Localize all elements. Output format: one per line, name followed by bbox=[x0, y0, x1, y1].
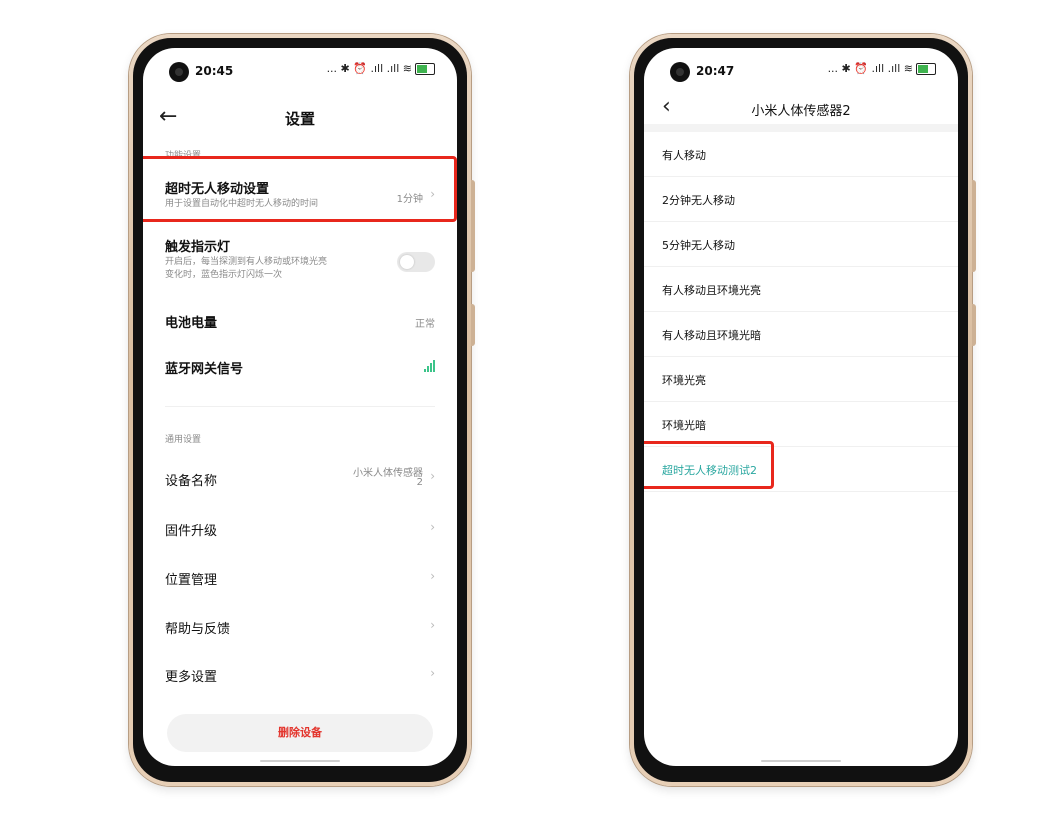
list-item-label: 2分钟无人移动 bbox=[662, 194, 735, 207]
chevron-right-icon: › bbox=[430, 618, 435, 632]
battery-icon bbox=[415, 62, 435, 75]
page-title: 小米人体传感器2 bbox=[751, 104, 851, 119]
delete-device-button[interactable]: 删除设备 bbox=[167, 714, 433, 752]
section-label-general: 通用设置 bbox=[165, 435, 202, 445]
phone-right: 20:47 ... ✱ ⏰ .ıll .ıll ≋ ‹ 小米人体传感器2 有人移… bbox=[630, 34, 976, 786]
volume-button bbox=[471, 180, 475, 272]
list-item-label: 5分钟无人移动 bbox=[662, 239, 735, 252]
section-divider bbox=[165, 406, 435, 407]
bluetooth-signal-item: 蓝牙网关信号 bbox=[143, 352, 457, 384]
list-item[interactable]: 2分钟无人移动 bbox=[644, 177, 958, 222]
more-settings-title: 更多设置 bbox=[165, 670, 218, 685]
list-item[interactable]: 有人移动 bbox=[644, 132, 958, 177]
list-item-label: 有人移动且环境光亮 bbox=[662, 284, 761, 297]
indicator-light-item: 触发指示灯 开启后，每当探测到有人移动或环境光亮 变化时，蓝色指示灯闪烁一次 bbox=[143, 232, 457, 286]
app-bar: ← 设置 bbox=[143, 100, 457, 136]
help-feedback-item[interactable]: 帮助与反馈 › bbox=[143, 610, 457, 646]
volume-button bbox=[972, 180, 976, 272]
battery-level-value: 正常 bbox=[415, 319, 435, 330]
status-icons: ... ✱ ⏰ .ıll .ıll ≋ bbox=[327, 62, 435, 75]
chevron-right-icon: › bbox=[430, 569, 435, 583]
firmware-upgrade-item[interactable]: 固件升级 › bbox=[143, 512, 457, 548]
indicator-light-subtitle-1: 开启后，每当探测到有人移动或环境光亮 bbox=[165, 257, 328, 267]
list-item[interactable]: 有人移动且环境光亮 bbox=[644, 267, 958, 312]
signal-strength-icon bbox=[424, 360, 435, 372]
firmware-upgrade-title: 固件升级 bbox=[165, 524, 218, 539]
front-camera bbox=[670, 62, 690, 82]
status-time: 20:47 bbox=[696, 64, 735, 78]
chevron-right-icon: › bbox=[430, 469, 435, 483]
power-button bbox=[972, 304, 976, 346]
device-name-title: 设备名称 bbox=[165, 474, 218, 489]
status-icons: ... ✱ ⏰ .ıll .ıll ≋ bbox=[828, 62, 936, 75]
indicator-light-subtitle-2: 变化时，蓝色指示灯闪烁一次 bbox=[165, 270, 283, 280]
status-bar: 20:47 ... ✱ ⏰ .ıll .ıll ≋ bbox=[644, 48, 958, 90]
indicator-light-title: 触发指示灯 bbox=[165, 240, 231, 255]
status-icons-text: ... ✱ ⏰ .ıll .ıll ≋ bbox=[827, 62, 913, 75]
list-item-label: 环境光暗 bbox=[662, 419, 706, 432]
location-management-title: 位置管理 bbox=[165, 573, 218, 588]
status-bar: 20:45 ... ✱ ⏰ .ıll .ıll ≋ bbox=[143, 48, 457, 90]
app-bar: ‹ 小米人体传感器2 bbox=[644, 92, 958, 128]
phone-left: 20:45 ... ✱ ⏰ .ıll .ıll ≋ ← 设置 功能设置 超时无人… bbox=[129, 34, 475, 786]
help-feedback-title: 帮助与反馈 bbox=[165, 622, 231, 637]
settings-screen: 20:45 ... ✱ ⏰ .ıll .ıll ≋ ← 设置 功能设置 超时无人… bbox=[143, 48, 457, 766]
device-name-value-line2: 2 bbox=[416, 477, 423, 488]
power-button bbox=[471, 304, 475, 346]
battery-level-item: 电池电量 正常 bbox=[143, 306, 457, 338]
highlight-box-timeout bbox=[143, 156, 457, 222]
home-indicator bbox=[260, 760, 340, 762]
more-settings-item[interactable]: 更多设置 › bbox=[143, 658, 457, 694]
status-time: 20:45 bbox=[195, 64, 234, 78]
phone-bezel: 20:47 ... ✱ ⏰ .ıll .ıll ≋ ‹ 小米人体传感器2 有人移… bbox=[634, 38, 968, 782]
device-name-item[interactable]: 设备名称 小米人体传感器 2 › bbox=[143, 460, 457, 500]
status-icons-text: ... ✱ ⏰ .ıll .ıll ≋ bbox=[326, 62, 412, 75]
front-camera bbox=[169, 62, 189, 82]
list-item-label: 有人移动 bbox=[662, 149, 706, 162]
location-management-item[interactable]: 位置管理 › bbox=[143, 561, 457, 597]
chevron-right-icon: › bbox=[430, 666, 435, 680]
list-item-label: 有人移动且环境光暗 bbox=[662, 329, 761, 342]
battery-level-title: 电池电量 bbox=[165, 316, 218, 331]
automation-screen: 20:47 ... ✱ ⏰ .ıll .ıll ≋ ‹ 小米人体传感器2 有人移… bbox=[644, 48, 958, 766]
list-item[interactable]: 5分钟无人移动 bbox=[644, 222, 958, 267]
header-separator bbox=[644, 124, 958, 132]
highlight-box-timeout-test bbox=[644, 441, 774, 489]
list-item[interactable]: 有人移动且环境光暗 bbox=[644, 312, 958, 357]
chevron-right-icon: › bbox=[430, 520, 435, 534]
toggle-knob bbox=[400, 255, 414, 269]
page-title: 设置 bbox=[284, 110, 315, 128]
home-indicator bbox=[761, 760, 841, 762]
device-name-value-line1: 小米人体传感器 bbox=[353, 468, 423, 479]
list-item-label: 环境光亮 bbox=[662, 374, 706, 387]
list-item[interactable]: 环境光亮 bbox=[644, 357, 958, 402]
battery-icon bbox=[916, 62, 936, 75]
phone-bezel: 20:45 ... ✱ ⏰ .ıll .ıll ≋ ← 设置 功能设置 超时无人… bbox=[133, 38, 467, 782]
bluetooth-signal-title: 蓝牙网关信号 bbox=[165, 362, 244, 377]
indicator-light-toggle[interactable] bbox=[397, 252, 435, 272]
